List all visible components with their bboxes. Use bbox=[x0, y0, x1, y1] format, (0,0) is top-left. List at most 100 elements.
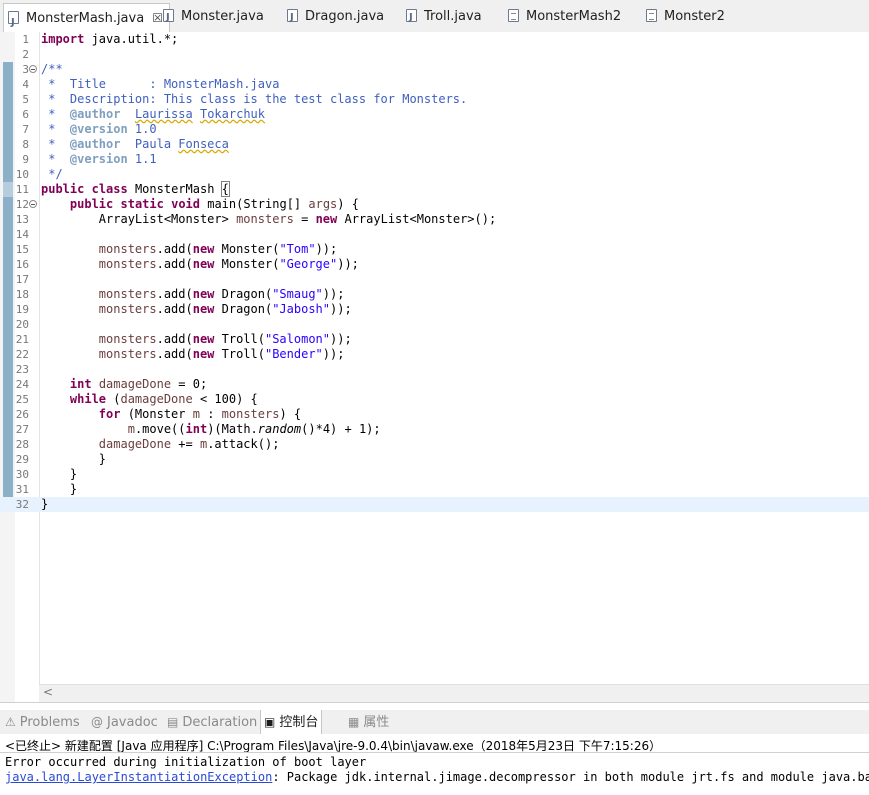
javadoc-icon: @ bbox=[91, 715, 103, 729]
code-text: * @author Paula Fonseca bbox=[41, 137, 229, 151]
line-number: 11 bbox=[15, 183, 29, 196]
code-text: } bbox=[41, 467, 78, 481]
code-line[interactable]: 25 while (damageDone < 100) { bbox=[0, 392, 869, 407]
code-line[interactable]: 20 bbox=[0, 317, 869, 332]
tab-label: Declaration bbox=[182, 715, 258, 730]
code-line[interactable]: 7 * @version 1.0 bbox=[0, 122, 869, 137]
fold-toggle-icon[interactable] bbox=[29, 65, 37, 73]
code-line[interactable]: 9 * @version 1.1 bbox=[0, 152, 869, 167]
code-line[interactable]: 16 monsters.add(new Monster("George")); bbox=[0, 257, 869, 272]
tab-label: Monster.java bbox=[181, 9, 264, 24]
tab-monster2[interactable]: Monster2 bbox=[646, 6, 725, 28]
line-number: 19 bbox=[15, 303, 29, 316]
code-line[interactable]: 23 bbox=[0, 362, 869, 377]
code-line[interactable]: 31 } bbox=[0, 482, 869, 497]
editor-tab-bar: MonsterMash.java ☒ Monster.java Dragon.ja… bbox=[0, 0, 869, 37]
code-text: monsters.add(new Dragon("Smaug")); bbox=[98, 287, 345, 301]
code-line[interactable]: 22 monsters.add(new Troll("Bender")); bbox=[0, 347, 869, 362]
code-line[interactable]: 1 import java.util.*; bbox=[0, 32, 869, 47]
tab-problems[interactable]: ⚠ Problems bbox=[5, 713, 80, 732]
tab-declaration[interactable]: ▤ Declaration bbox=[167, 713, 257, 732]
code-line[interactable]: 18 monsters.add(new Dragon("Smaug")); bbox=[0, 287, 869, 302]
code-line[interactable]: 8 * @author Paula Fonseca bbox=[0, 137, 869, 152]
line-number: 15 bbox=[15, 243, 29, 256]
java-file-icon bbox=[163, 7, 174, 29]
code-line[interactable]: 3 /** bbox=[0, 62, 869, 77]
console-view[interactable]: <已终止> 新建配置 [Java 应用程序] C:\Program Files\… bbox=[0, 734, 869, 795]
code-text: * Title : MonsterMash.java bbox=[41, 77, 280, 91]
line-number: 24 bbox=[15, 378, 29, 391]
code-line[interactable]: 5 * Description: This class is the test … bbox=[0, 92, 869, 107]
code-line[interactable]: 29 } bbox=[0, 452, 869, 467]
tab-monster-java[interactable]: Monster.java bbox=[163, 6, 264, 29]
line-number: 27 bbox=[15, 423, 29, 436]
tab-label: 控制台 bbox=[279, 715, 319, 730]
bottom-panel-tabs: ⚠ Problems @ Javadoc ▤ Declaration ▣ 控制台 ▦ 属性 bbox=[0, 710, 869, 735]
tab-label: Javadoc bbox=[107, 715, 158, 730]
code-line[interactable]: 28 damageDone += m.attack(); bbox=[0, 437, 869, 452]
tab-monstermash-java[interactable]: MonsterMash.java ☒ bbox=[3, 3, 170, 37]
line-number: 3 bbox=[22, 63, 29, 76]
java-file-icon bbox=[406, 7, 417, 29]
text-file-icon bbox=[508, 9, 519, 22]
code-text: /** bbox=[41, 62, 63, 76]
code-line[interactable]: 30 } bbox=[0, 467, 869, 482]
line-number: 29 bbox=[15, 453, 29, 466]
java-file-icon bbox=[8, 9, 19, 37]
code-line[interactable]: 17 bbox=[0, 272, 869, 287]
code-line[interactable]: 2 bbox=[0, 47, 869, 62]
line-number: 31 bbox=[15, 483, 29, 496]
tab-label: Dragon.java bbox=[305, 9, 385, 24]
line-number: 30 bbox=[15, 468, 29, 481]
line-number: 10 bbox=[15, 168, 29, 181]
tab-label: Monster2 bbox=[664, 9, 725, 24]
declaration-icon: ▤ bbox=[167, 715, 179, 729]
code-line[interactable]: 13 ArrayList<Monster> monsters = new Arr… bbox=[0, 212, 869, 227]
tab-troll-java[interactable]: Troll.java bbox=[406, 6, 482, 29]
fold-toggle-icon[interactable] bbox=[29, 200, 37, 208]
line-number: 12 bbox=[15, 198, 29, 211]
line-number: 16 bbox=[15, 258, 29, 271]
code-text: for (Monster m : monsters) { bbox=[98, 407, 302, 421]
scroll-left-icon[interactable]: < bbox=[43, 685, 53, 699]
line-number: 23 bbox=[15, 363, 29, 376]
code-text: m.move((int)(Math.random()*4) + 1); bbox=[127, 422, 381, 436]
code-line[interactable]: 15 monsters.add(new Monster("Tom")); bbox=[0, 242, 869, 257]
close-icon[interactable]: ☒ bbox=[152, 4, 163, 32]
code-line[interactable]: 24 int damageDone = 0; bbox=[0, 377, 869, 392]
tab-console[interactable]: ▣ 控制台 bbox=[260, 710, 323, 734]
tab-dragon-java[interactable]: Dragon.java bbox=[287, 6, 385, 29]
code-line[interactable]: 11 public class MonsterMash { bbox=[0, 181, 869, 197]
code-line[interactable]: 26 for (Monster m : monsters) { bbox=[0, 407, 869, 422]
horizontal-scrollbar[interactable]: < bbox=[39, 684, 869, 703]
code-line[interactable]: 4 * Title : MonsterMash.java bbox=[0, 77, 869, 92]
code-editor[interactable]: 1 import java.util.*; 2 3 /** 4 * Title : … bbox=[0, 32, 869, 703]
tab-properties[interactable]: ▦ 属性 bbox=[348, 713, 389, 732]
code-line-current[interactable]: 32} bbox=[0, 497, 869, 512]
code-line[interactable]: 14 bbox=[0, 227, 869, 242]
code-line[interactable]: 12 public static void main(String[] args… bbox=[0, 197, 869, 212]
properties-icon: ▦ bbox=[348, 715, 360, 729]
line-number: 25 bbox=[15, 393, 29, 406]
exception-link[interactable]: java.lang.LayerInstantiationException bbox=[5, 770, 272, 784]
code-line[interactable]: 27 m.move((int)(Math.random()*4) + 1); bbox=[0, 422, 869, 437]
console-error-text: : Package jdk.internal.jimage.decompress… bbox=[272, 770, 869, 784]
code-line[interactable]: 19 monsters.add(new Dragon("Jabosh")); bbox=[0, 302, 869, 317]
tab-label: Problems bbox=[19, 715, 80, 730]
code-text: * @version 1.1 bbox=[41, 152, 157, 166]
line-number: 20 bbox=[15, 318, 29, 331]
code-text: monsters.add(new Dragon("Jabosh")); bbox=[98, 302, 352, 316]
line-number: 21 bbox=[15, 333, 29, 346]
code-text: ArrayList<Monster> monsters = new ArrayL… bbox=[41, 212, 497, 226]
code-text: } bbox=[41, 482, 78, 496]
tab-label: MonsterMash.java bbox=[26, 11, 145, 26]
console-divider bbox=[0, 752, 869, 753]
tab-monstermash2[interactable]: MonsterMash2 bbox=[508, 6, 621, 28]
line-number: 32 bbox=[15, 498, 29, 511]
code-line[interactable]: 21 monsters.add(new Troll("Salomon")); bbox=[0, 332, 869, 347]
line-number: 17 bbox=[15, 273, 29, 286]
code-text: monsters.add(new Troll("Bender")); bbox=[98, 347, 345, 361]
code-line[interactable]: 6 * @author Laurissa Tokarchuk bbox=[0, 107, 869, 122]
code-line[interactable]: 10 */ bbox=[0, 167, 869, 182]
tab-javadoc[interactable]: @ Javadoc bbox=[91, 713, 158, 732]
